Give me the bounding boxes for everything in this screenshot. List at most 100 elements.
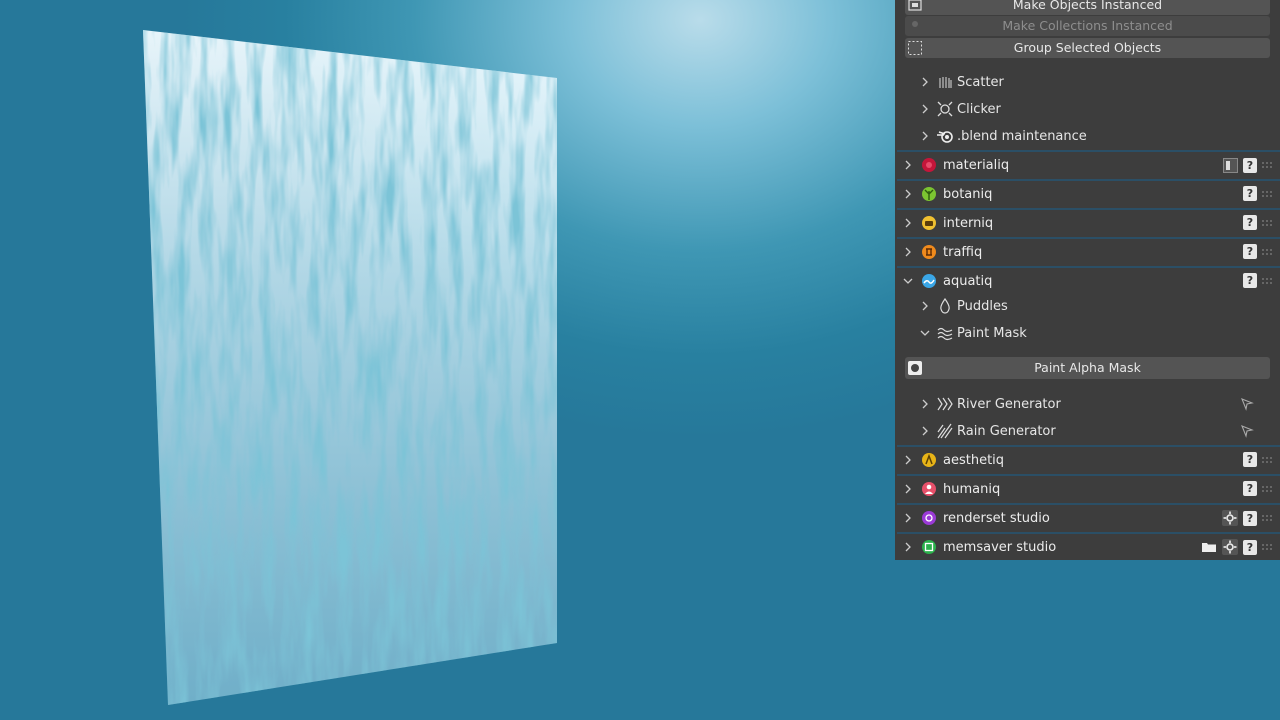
chevron-down-icon [918, 329, 932, 337]
subpanel-paint-mask[interactable]: Paint Mask [910, 320, 1270, 346]
cursor-arrow-icon[interactable] [1240, 397, 1254, 415]
panel-header-materialiq[interactable]: materialiq ? [897, 150, 1280, 178]
drag-handle-icon[interactable] [1262, 189, 1272, 199]
blender-icon [936, 127, 954, 145]
panel-header-interniq-label: interniq [943, 215, 994, 231]
subpanel-rain-generator[interactable]: Rain Generator [910, 418, 1270, 444]
panel-header-botaniq-label: botaniq [943, 186, 993, 202]
subpanel-puddles[interactable]: Puddles [910, 293, 1270, 319]
drag-handle-icon[interactable] [1262, 247, 1272, 257]
subpanel-clicker-label: Clicker [957, 101, 1001, 117]
chevron-right-icon [902, 484, 914, 494]
help-button[interactable]: ? [1243, 481, 1257, 496]
make-objects-instanced-button[interactable]: Make Objects Instanced [905, 0, 1270, 15]
panel-header-humaniq[interactable]: humaniq ? [897, 474, 1280, 502]
panel-header-humaniq-label: humaniq [943, 481, 1001, 497]
panel-header-aquatiq-label: aquatiq [943, 273, 993, 289]
layout-toggle-icon[interactable] [1222, 157, 1238, 173]
subpanel-blend-maintenance-label: .blend maintenance [957, 128, 1087, 144]
chevron-right-icon [918, 399, 932, 409]
drag-handle-icon[interactable] [1262, 160, 1272, 170]
gear-icon[interactable] [1222, 539, 1238, 555]
help-button[interactable]: ? [1243, 215, 1257, 230]
chevron-right-icon [918, 426, 932, 436]
help-button[interactable]: ? [1243, 539, 1257, 555]
materialiq-logo-icon [921, 157, 937, 173]
botaniq-logo-icon [921, 186, 937, 202]
wave-icon [936, 324, 954, 342]
panel-header-botaniq[interactable]: botaniq ? [897, 179, 1280, 207]
cursor-arrow-icon[interactable] [1240, 424, 1254, 442]
chevron-right-icon [918, 77, 932, 87]
chevron-right-icon [902, 513, 914, 523]
panel-header-materialiq-label: materialiq [943, 157, 1010, 173]
waterfall-plane [143, 30, 557, 705]
scatter-icon [936, 73, 954, 91]
instance-icon [907, 0, 923, 13]
drag-handle-icon[interactable] [1262, 542, 1272, 552]
river-icon [936, 395, 954, 413]
rain-icon [936, 422, 954, 440]
panel-header-interniq[interactable]: interniq ? [897, 208, 1280, 236]
paint-alpha-mask-button[interactable]: Paint Alpha Mask [905, 357, 1270, 379]
subpanel-river-generator-label: River Generator [957, 396, 1061, 412]
memsaver-logo-icon [921, 539, 937, 555]
drag-handle-icon[interactable] [1262, 484, 1272, 494]
panel-header-aesthetiq-label: aesthetiq [943, 452, 1005, 468]
subpanel-clicker[interactable]: Clicker [910, 96, 1270, 122]
clicker-icon [936, 100, 954, 118]
panel-header-renderset-studio-label: renderset studio [943, 510, 1050, 526]
renderset-logo-icon [921, 510, 937, 526]
subpanel-river-generator[interactable]: River Generator [910, 391, 1270, 417]
droplet-icon [936, 297, 954, 315]
subpanel-scatter-label: Scatter [957, 74, 1004, 90]
paint-alpha-mask-label: Paint Alpha Mask [1034, 360, 1141, 375]
panel-header-aesthetiq[interactable]: aesthetiq ? [897, 445, 1280, 473]
help-button[interactable]: ? [1243, 452, 1257, 467]
panel-header-renderset-studio[interactable]: renderset studio ? [897, 503, 1280, 531]
panel-header-aquatiq[interactable]: aquatiq ? [897, 266, 1280, 294]
panel-header-memsaver-studio-label: memsaver studio [943, 539, 1057, 555]
chevron-right-icon [918, 131, 932, 141]
interniq-logo-icon [921, 215, 937, 231]
chevron-right-icon [902, 542, 914, 552]
collection-icon [907, 18, 923, 34]
subpanel-puddles-label: Puddles [957, 298, 1008, 314]
chevron-right-icon [902, 247, 914, 257]
drag-handle-icon[interactable] [1262, 276, 1272, 286]
help-button[interactable]: ? [1243, 186, 1257, 201]
panel-header-traffiq-label: traffiq [943, 244, 983, 260]
brush-icon [907, 360, 923, 376]
panel-header-traffiq[interactable]: traffiq ? [897, 237, 1280, 265]
help-button[interactable]: ? [1243, 510, 1257, 526]
folder-icon[interactable] [1201, 539, 1217, 555]
chevron-right-icon [902, 160, 914, 170]
help-button[interactable]: ? [1243, 273, 1257, 288]
selection-box-icon [907, 40, 923, 56]
help-button[interactable]: ? [1243, 244, 1257, 259]
gear-icon[interactable] [1222, 510, 1238, 526]
drag-handle-icon[interactable] [1262, 455, 1272, 465]
traffiq-logo-icon [921, 244, 937, 260]
subpanel-rain-generator-label: Rain Generator [957, 423, 1056, 439]
subpanel-blend-maintenance[interactable]: .blend maintenance [910, 123, 1270, 149]
make-collections-instanced-button[interactable]: Make Collections Instanced [905, 16, 1270, 36]
subpanel-scatter[interactable]: Scatter [910, 69, 1270, 95]
chevron-right-icon [902, 189, 914, 199]
drag-handle-icon[interactable] [1262, 218, 1272, 228]
panel-header-memsaver-studio[interactable]: memsaver studio ? [897, 532, 1280, 560]
chevron-right-icon [902, 455, 914, 465]
aquatiq-logo-icon [921, 273, 937, 289]
make-objects-instanced-label: Make Objects Instanced [1012, 0, 1163, 12]
group-selected-objects-button[interactable]: Group Selected Objects [905, 38, 1270, 58]
chevron-right-icon [918, 301, 932, 311]
chevron-right-icon [918, 104, 932, 114]
drag-handle-icon[interactable] [1262, 513, 1272, 523]
aesthetiq-logo-icon [921, 452, 937, 468]
make-collections-instanced-label: Make Collections Instanced [1002, 18, 1173, 33]
help-button[interactable]: ? [1243, 157, 1257, 173]
chevron-right-icon [902, 218, 914, 228]
subpanel-paint-mask-label: Paint Mask [957, 325, 1027, 341]
humaniq-logo-icon [921, 481, 937, 497]
chevron-down-icon [902, 277, 914, 285]
